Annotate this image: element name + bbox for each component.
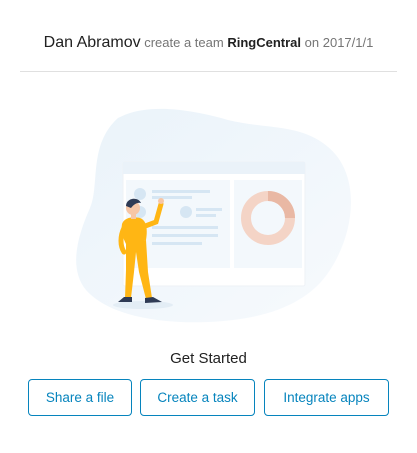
chart-dot-1: [134, 188, 146, 200]
dashboard-illustration: [76, 108, 351, 323]
share-file-button[interactable]: Share a file: [28, 379, 132, 416]
activity-header: Dan Abramov create a team RingCentral on…: [0, 34, 417, 52]
create-task-button[interactable]: Create a task: [140, 379, 255, 416]
get-started-label: Get Started: [170, 350, 247, 367]
user-name[interactable]: Dan Abramov: [44, 34, 141, 51]
header-divider: [20, 71, 397, 72]
team-created-card: Dan Abramov create a team RingCentral on…: [0, 0, 417, 453]
team-name[interactable]: RingCentral: [227, 35, 301, 50]
date-prefix: on: [304, 35, 320, 50]
dashboard-topbar: [123, 162, 305, 174]
chart-dot-3: [180, 206, 192, 218]
created-date: 2017/1/1: [322, 35, 374, 50]
integrate-apps-button[interactable]: Integrate apps: [264, 379, 389, 416]
action-text: create a team: [144, 35, 224, 50]
